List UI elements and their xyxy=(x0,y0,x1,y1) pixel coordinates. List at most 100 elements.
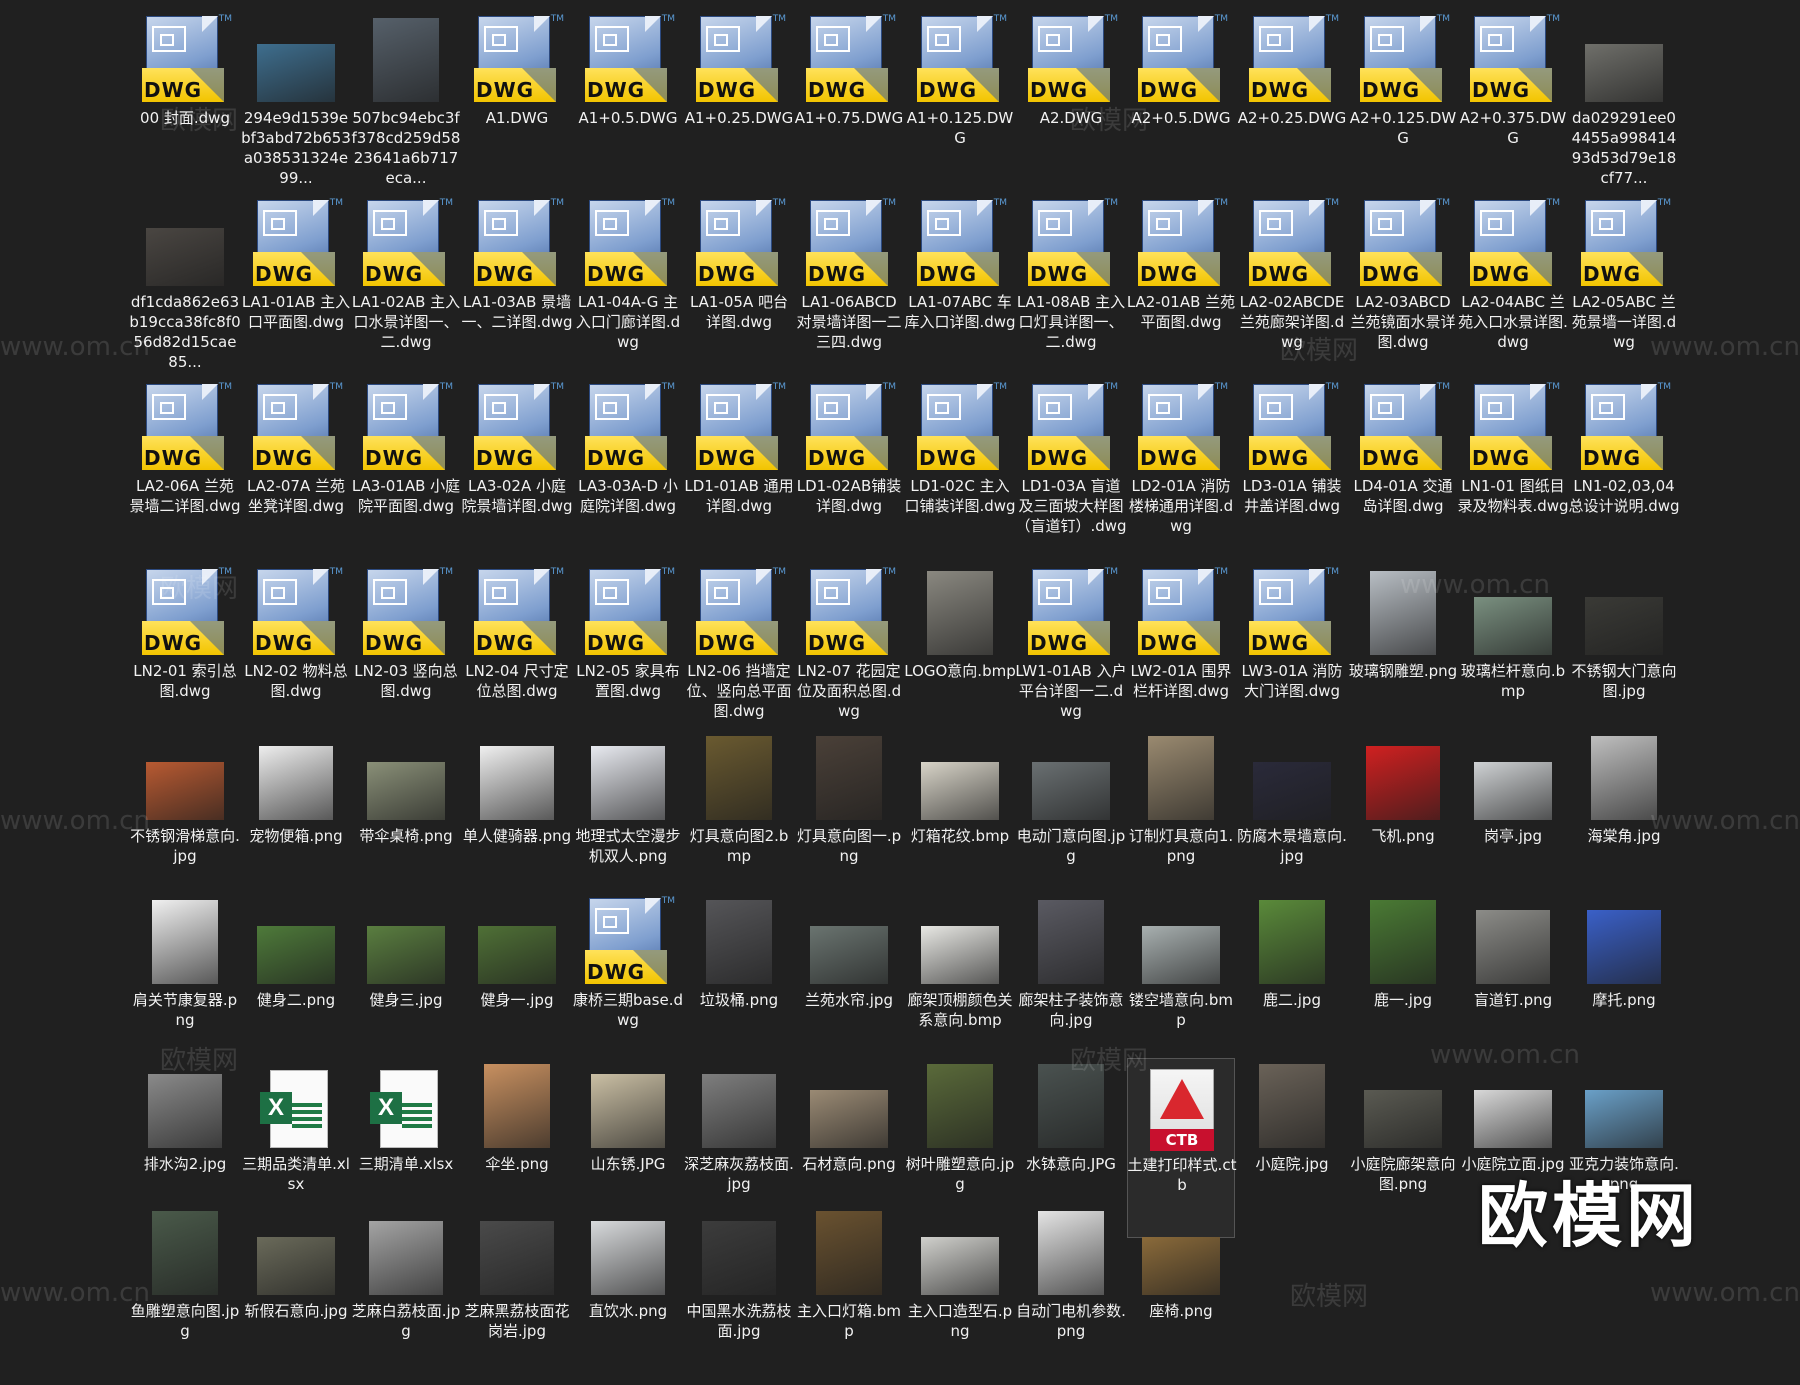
file-item[interactable]: DWG TM LA2-02ABCDE 兰苑廊架详图.dwg xyxy=(1238,196,1346,376)
file-item[interactable]: 斩假石意向.jpg xyxy=(242,1205,350,1385)
file-item[interactable]: DWG TM A1.DWG xyxy=(463,12,571,192)
file-item[interactable]: 电动门意向图.jpg xyxy=(1017,730,1125,910)
file-item[interactable]: DWG TM LA2-03ABCD 兰苑镜面水景详图.dwg xyxy=(1349,196,1457,376)
file-item[interactable]: 灯箱花纹.bmp xyxy=(906,730,1014,910)
file-item[interactable]: DWG TM LD1-01AB 通用详图.dwg xyxy=(684,380,793,560)
file-item[interactable]: 主入口造型石.png xyxy=(906,1205,1014,1385)
file-item[interactable]: 订制灯具意向1.png xyxy=(1127,730,1235,910)
file-item[interactable]: DWG TM LA2-07A 兰苑坐凳详图.dwg xyxy=(242,380,350,560)
file-item[interactable]: DWG TM A2+0.125.DWG xyxy=(1349,12,1457,192)
file-item[interactable]: 507bc94ebc3ff378cd259d5823641a6b717eca..… xyxy=(352,12,460,192)
file-item[interactable]: DWG TM LW3-01A 消防大门详图.dwg xyxy=(1238,565,1346,745)
file-item[interactable]: DWG TM LW2-01A 围界栏杆详图.dwg xyxy=(1127,565,1235,745)
file-item[interactable]: 鹿一.jpg xyxy=(1349,894,1457,1074)
file-item[interactable]: 摩托.png xyxy=(1570,894,1678,1074)
file-item[interactable]: 小庭院廊架意向图.png xyxy=(1349,1058,1457,1238)
file-item[interactable]: 海棠角.jpg xyxy=(1570,730,1678,910)
file-item[interactable]: 健身一.jpg xyxy=(463,894,571,1074)
file-item[interactable]: 鱼雕塑意向图.jpg xyxy=(131,1205,239,1385)
file-item[interactable]: DWG TM A1+0.25.DWG xyxy=(685,12,794,192)
file-item[interactable]: DWG TM 00 封面.dwg xyxy=(131,12,239,192)
file-item[interactable]: DWG TM A2+0.375.DWG xyxy=(1459,12,1567,192)
file-item[interactable]: DWG TM LA3-01AB 小庭院平面图.dwg xyxy=(352,380,460,560)
file-item[interactable]: DWG TM LN2-02 物料总图.dwg xyxy=(242,565,350,745)
file-item[interactable]: DWG TM LD1-02AB铺装详图.dwg xyxy=(795,380,903,560)
file-item[interactable]: 小庭院.jpg xyxy=(1238,1058,1346,1238)
file-item[interactable]: 地理式太空漫步机双人.png xyxy=(574,730,682,910)
file-item[interactable]: DWG TM LA3-03A-D 小庭院详图.dwg xyxy=(574,380,682,560)
file-item[interactable]: da029291ee04455a99841493d53d79e18cf77... xyxy=(1570,12,1678,192)
file-item[interactable]: 玻璃钢雕塑.png xyxy=(1349,565,1457,745)
file-item[interactable]: 带伞桌椅.png xyxy=(352,730,460,910)
file-item[interactable]: 直饮水.png xyxy=(574,1205,682,1385)
file-item[interactable]: DWG TM LA1-07ABC 车库入口详图.dwg xyxy=(904,196,1015,376)
file-item[interactable]: DWG TM LN2-05 家具布置图.dwg xyxy=(574,565,682,745)
file-item[interactable]: 垃圾桶.png xyxy=(685,894,793,1074)
image-thumbnail-icon xyxy=(146,762,224,820)
file-item[interactable]: 廊架顶棚颜色关系意向.bmp xyxy=(906,894,1014,1074)
file-item[interactable]: 主入口灯箱.bmp xyxy=(795,1205,903,1385)
file-item[interactable]: DWG TM LD1-03A 盲道及三面坡大样图（盲道钉）.dwg xyxy=(1015,380,1126,560)
file-item[interactable]: 健身三.jpg xyxy=(352,894,460,1074)
file-item[interactable]: DWG TM LA1-06ABCD 对景墙详图一二三四.dwg xyxy=(795,196,903,376)
file-item[interactable]: DWG TM LA1-03AB 景墙一、二详图.dwg xyxy=(461,196,572,376)
file-item[interactable]: df1cda862e63b19cca38fc8f056d82d15cae85..… xyxy=(129,196,241,376)
file-item[interactable]: DWG TM 康桥三期base.dwg xyxy=(573,894,683,1074)
file-item[interactable]: DWG TM LD1-02C 主入口铺装详图.dwg xyxy=(904,380,1015,560)
file-name-label: 飞机.png xyxy=(1371,827,1435,845)
file-item[interactable]: 灯具意向图一.png xyxy=(795,730,903,910)
file-item[interactable]: 灯具意向图2.bmp xyxy=(685,730,793,910)
file-item[interactable]: DWG TM LN2-03 竖向总图.dwg xyxy=(352,565,460,745)
file-item[interactable]: 镂空墙意向.bmp xyxy=(1127,894,1235,1074)
file-item[interactable]: 座椅.png xyxy=(1127,1205,1235,1385)
file-item[interactable]: 中国黑水洗荔枝面.jpg xyxy=(685,1205,793,1385)
file-item[interactable]: DWG TM LA1-08AB 主入口灯具详图一、二.dwg xyxy=(1017,196,1125,376)
file-item[interactable]: DWG TM LN1-01 图纸目录及物料表.dwg xyxy=(1457,380,1568,560)
file-item[interactable]: DWG TM A1+0.125.DWG xyxy=(906,12,1014,192)
file-item[interactable]: 294e9d1539ebf3abd72b653a038531324e99... xyxy=(241,12,351,192)
file-item[interactable]: 盲道钉.png xyxy=(1459,894,1567,1074)
file-item[interactable]: 兰苑水帘.jpg xyxy=(795,894,903,1074)
file-item[interactable]: 不锈钢大门意向图.jpg xyxy=(1570,565,1678,745)
file-item[interactable]: DWG TM LA1-05A 吧台详图.dwg xyxy=(685,196,793,376)
file-item[interactable]: 肩关节康复器.png xyxy=(131,894,239,1074)
file-item[interactable]: LOGO意向.bmp xyxy=(904,565,1016,745)
file-item[interactable]: DWG TM LA2-04ABC 兰苑入口水景详图.dwg xyxy=(1458,196,1568,376)
file-item[interactable]: DWG TM LN2-06 挡墙定位、竖向总平面图.dwg xyxy=(685,565,793,745)
file-item[interactable]: DWG TM LA1-04A-G 主入口门廊详图.dwg xyxy=(574,196,682,376)
file-item[interactable]: DWG TM A2+0.5.DWG xyxy=(1127,12,1235,192)
file-item[interactable]: DWG TM A2+0.25.DWG xyxy=(1238,12,1347,192)
file-item[interactable]: DWG TM LA3-02A 小庭院景墙详图.dwg xyxy=(461,380,572,560)
file-item[interactable]: 鹿二.jpg xyxy=(1238,894,1346,1074)
file-thumbnail: DWG TM xyxy=(131,565,239,661)
file-item[interactable]: 岗亭.jpg xyxy=(1459,730,1567,910)
file-item[interactable]: 防腐木景墙意向.jpg xyxy=(1237,730,1347,910)
file-item[interactable]: 廊架柱子装饰意向.jpg xyxy=(1017,894,1125,1074)
file-item[interactable]: DWG TM A1+0.75.DWG xyxy=(795,12,904,192)
file-item[interactable]: DWG TM A1+0.5.DWG xyxy=(574,12,682,192)
file-item[interactable]: DWG TM LN2-01 索引总图.dwg xyxy=(131,565,239,745)
file-item[interactable]: 健身二.png xyxy=(242,894,350,1074)
file-item[interactable]: 芝麻白荔枝面.jpg xyxy=(352,1205,460,1385)
file-item[interactable]: DWG TM LA2-01AB 兰苑平面图.dwg xyxy=(1127,196,1235,376)
file-item[interactable]: DWG TM LA1-02AB 主入口水景详图一、二.dwg xyxy=(352,196,460,376)
file-item[interactable]: DWG TM LA2-05ABC 兰苑景墙一详图.dwg xyxy=(1570,196,1678,376)
file-item[interactable]: DWG TM LN1-02,03,04 总设计说明.dwg xyxy=(1568,380,1679,560)
file-item[interactable]: DWG TM LW1-01AB 入户平台详图一二.dwg xyxy=(1015,565,1126,745)
file-item[interactable]: DWG TM LN2-07 花园定位及面积总图.dwg xyxy=(795,565,903,745)
file-item[interactable]: 玻璃栏杆意向.bmp xyxy=(1459,565,1567,745)
file-item[interactable]: DWG TM LN2-04 尺寸定位总图.dwg xyxy=(463,565,571,745)
file-item[interactable]: DWG TM LA2-06A 兰苑景墙二详图.dwg xyxy=(129,380,240,560)
file-item[interactable]: DWG TM A2.DWG xyxy=(1017,12,1125,192)
file-item[interactable]: DWG TM LA1-01AB 主入口平面图.dwg xyxy=(242,196,350,376)
file-item[interactable]: DWG TM LD4-01A 交通岛详图.dwg xyxy=(1349,380,1457,560)
file-item[interactable]: DWG TM LD3-01A 铺装井盖详图.dwg xyxy=(1238,380,1346,560)
file-item[interactable]: 芝麻黑荔枝面花岗岩.jpg xyxy=(463,1205,571,1385)
file-item[interactable]: 飞机.png xyxy=(1349,730,1457,910)
file-item[interactable]: DWG TM LD2-01A 消防楼梯通用详图.dwg xyxy=(1127,380,1235,560)
file-item[interactable]: 宠物便箱.png xyxy=(242,730,350,910)
file-item[interactable]: 不锈钢滑梯意向.jpg xyxy=(130,730,240,910)
file-item[interactable]: 自动门电机参数.png xyxy=(1016,1205,1126,1385)
file-item[interactable]: 单人健骑器.png xyxy=(463,730,571,910)
file-thumbnail: DWG TM xyxy=(1459,12,1567,108)
